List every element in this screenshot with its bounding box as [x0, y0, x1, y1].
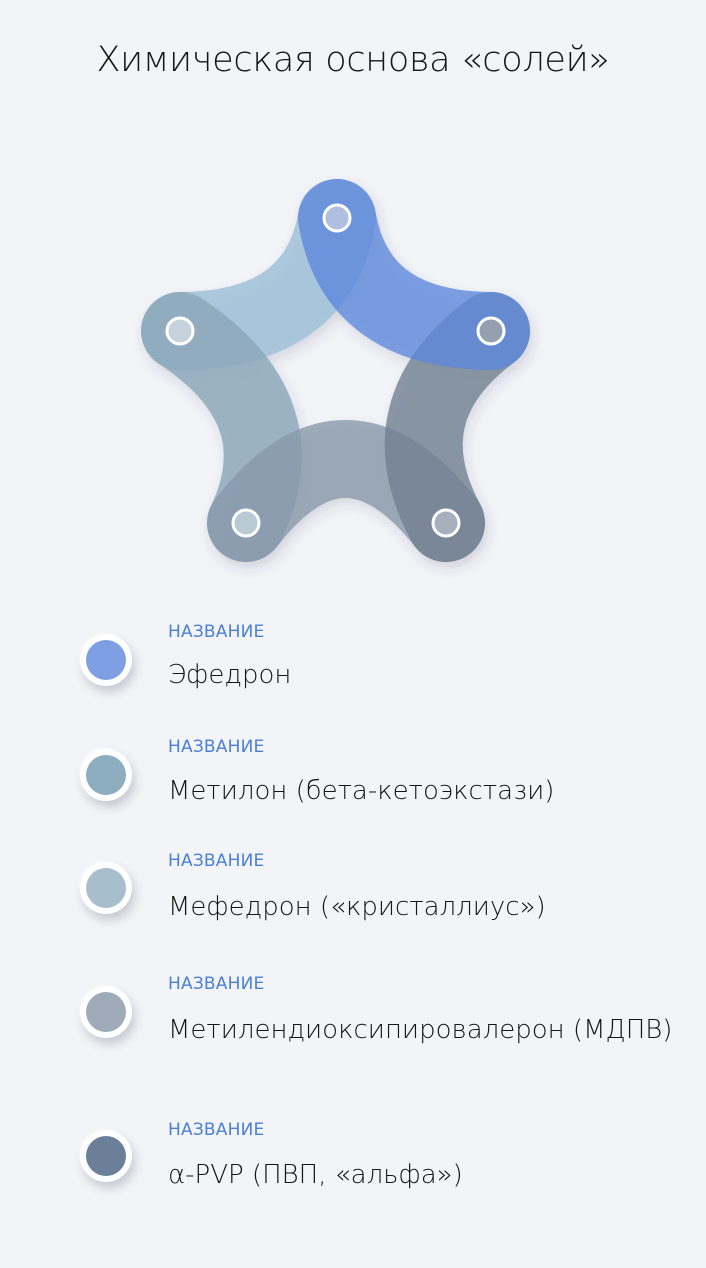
legend-dot: [80, 986, 132, 1038]
legend-dot: [80, 749, 132, 801]
legend-caption: НАЗВАНИЕ: [168, 851, 265, 871]
legend-dot: [80, 1130, 132, 1182]
arc-top-right: [298, 179, 530, 370]
star-diagram: [141, 179, 530, 562]
legend-caption: НАЗВАНИЕ: [168, 737, 265, 757]
legend-name: Мефедрон («кристаллиус»): [168, 892, 546, 922]
vertex-bottom-right: [431, 508, 461, 538]
legend-name: Эфедрон: [168, 660, 292, 690]
legend-name: Метилендиоксипировалерон (МДПВ): [168, 1015, 673, 1045]
legend-dot-fill: [86, 640, 126, 680]
legend-dot-fill: [86, 992, 126, 1032]
vertex-right: [476, 316, 506, 346]
legend-caption: НАЗВАНИЕ: [168, 974, 265, 994]
legend-dot-fill: [86, 868, 126, 908]
legend-dot-fill: [86, 755, 126, 795]
vertex-left: [165, 316, 195, 346]
legend-name: α-PVP (ПВП, «альфа»): [168, 1160, 463, 1190]
legend-dot: [80, 634, 132, 686]
legend-caption: НАЗВАНИЕ: [168, 622, 265, 642]
legend-dot-fill: [86, 1136, 126, 1176]
legend-name: Метилон (бета-кетоэкстази): [168, 776, 555, 806]
vertex-top: [322, 203, 352, 233]
vertex-bottom-left: [231, 508, 261, 538]
legend-dot: [80, 862, 132, 914]
legend-caption: НАЗВАНИЕ: [168, 1120, 265, 1140]
